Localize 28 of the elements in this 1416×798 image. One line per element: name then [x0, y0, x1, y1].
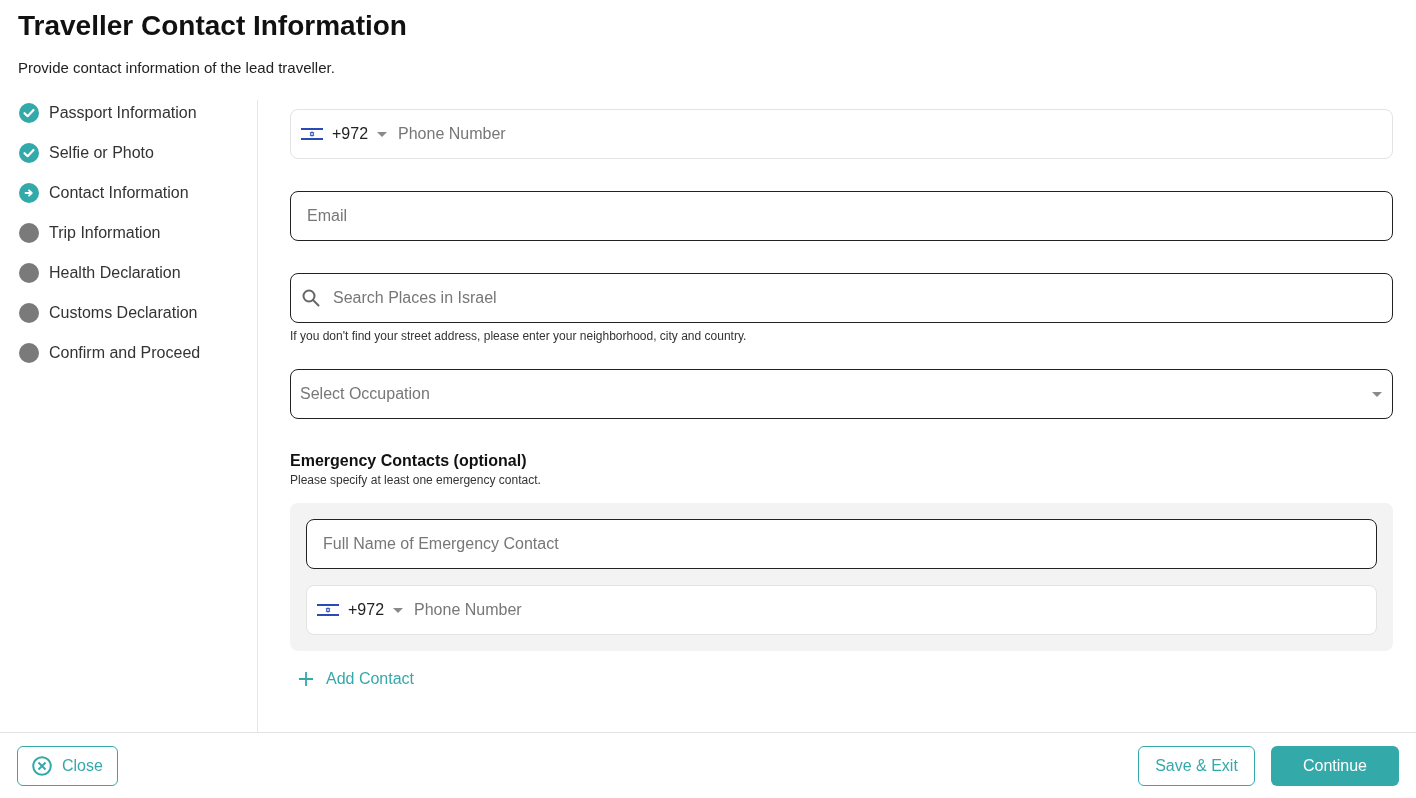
caret-icon: [1372, 391, 1382, 397]
step-label[interactable]: Confirm and Proceed: [49, 341, 201, 365]
section-title: Emergency Contacts (optional): [290, 451, 528, 471]
email-field[interactable]: Email: [290, 191, 1393, 241]
step-label[interactable]: Trip Information: [49, 221, 161, 245]
address-hint: If you don't find your street address, please enter your neighborhood, city and country.: [290, 329, 748, 343]
step-label[interactable]: Contact Information: [49, 181, 189, 205]
step-label[interactable]: Health Declaration: [49, 261, 181, 285]
country-code-select[interactable]: +972: [301, 122, 388, 146]
occupation-select[interactable]: Select Occupation: [290, 369, 1393, 419]
phone-field[interactable]: +972 Phone Number: [290, 109, 1393, 159]
page-title: Traveller Contact Information: [18, 9, 408, 43]
step-label[interactable]: Passport Information: [49, 101, 197, 125]
caret-icon: [393, 607, 404, 613]
name-field[interactable]: Full Name of Emergency Contact: [306, 519, 1377, 569]
close-icon: [32, 755, 52, 776]
phone-field[interactable]: +972 Phone Number: [306, 585, 1377, 635]
israel-flag-icon: [317, 603, 339, 617]
search-icon: [302, 289, 320, 307]
israel-flag-icon: [301, 127, 323, 141]
step-label[interactable]: Customs Declaration: [49, 301, 198, 325]
section-subtitle: Please specify at least one emergency contact.: [290, 472, 542, 488]
plus-icon: [298, 671, 314, 687]
step-label[interactable]: Selfie or Photo: [49, 141, 154, 165]
caret-icon: [377, 131, 388, 137]
search-field[interactable]: Search Places in Israel: [290, 273, 1393, 323]
country-code-select[interactable]: +972: [317, 598, 404, 622]
page-subtitle: Provide contact information of the lead traveller.: [18, 58, 336, 78]
